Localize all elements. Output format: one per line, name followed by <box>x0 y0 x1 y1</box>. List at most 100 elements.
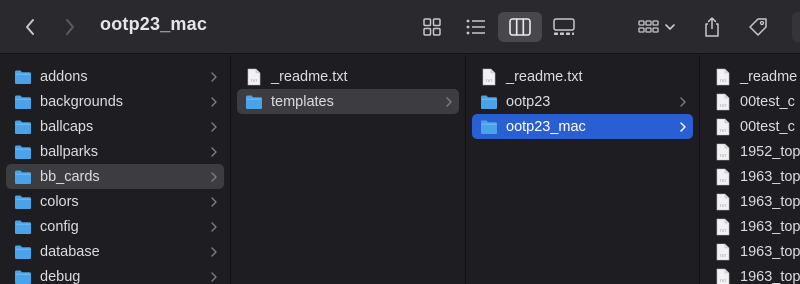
item-label: 00test_c <box>740 118 795 135</box>
folder-row[interactable]: bb_cards <box>6 164 224 189</box>
file-row[interactable]: TXT _readme <box>706 64 797 89</box>
list-icon <box>466 19 485 35</box>
folder-icon <box>245 93 263 111</box>
list-view-button[interactable] <box>454 12 498 42</box>
svg-text:TXT: TXT <box>720 179 728 183</box>
group-by-button[interactable] <box>632 12 682 42</box>
chevron-right-icon <box>210 170 218 182</box>
item-label: addons <box>40 68 88 85</box>
chevron-right-icon <box>210 245 218 257</box>
chevron-right-icon <box>679 95 687 107</box>
folder-row[interactable]: ootp23 <box>472 89 693 114</box>
item-label: backgrounds <box>40 93 124 110</box>
item-label: debug <box>40 268 81 284</box>
file-row[interactable]: TXT 1963_top <box>706 214 800 239</box>
file-row[interactable]: TXT _readme.txt <box>237 64 459 89</box>
item-label: colors <box>40 193 79 210</box>
folder-row[interactable]: database <box>6 239 224 264</box>
folder-icon <box>14 168 32 186</box>
chevron-right-icon <box>679 120 687 132</box>
finder-toolbar: ootp23_mac <box>0 0 800 54</box>
column-view-button[interactable] <box>498 12 542 42</box>
file-row[interactable]: TXT 1963_top <box>706 189 800 214</box>
folder-icon <box>14 268 32 284</box>
folder-icon <box>14 193 32 211</box>
text-file-icon: TXT <box>714 68 732 86</box>
column-2: TXT _readme.txt templates <box>231 55 466 284</box>
item-label: ballparks <box>40 143 99 160</box>
icon-view-button[interactable] <box>410 12 454 42</box>
chevron-right-icon <box>210 220 218 232</box>
folder-icon <box>480 118 498 136</box>
text-file-icon: TXT <box>245 68 263 86</box>
file-row[interactable]: TXT _readme.txt <box>472 64 693 89</box>
svg-text:TXT: TXT <box>720 154 728 158</box>
column-4: TXT _readme TXT 00test_c TXT 00test_c TXT 1952_… <box>700 55 800 284</box>
file-row[interactable]: TXT 1963_top <box>706 264 800 284</box>
chevron-left-icon <box>26 19 34 35</box>
chevron-right-icon <box>210 95 218 107</box>
file-row[interactable]: TXT 00test_c <box>706 114 795 139</box>
svg-text:TXT: TXT <box>720 279 728 283</box>
folder-row[interactable]: ootp23_mac <box>472 114 693 139</box>
text-file-icon: TXT <box>714 168 732 186</box>
text-file-icon: TXT <box>714 193 732 211</box>
svg-text:TXT: TXT <box>720 204 728 208</box>
svg-text:TXT: TXT <box>720 229 728 233</box>
item-label: bb_cards <box>40 168 100 185</box>
svg-text:TXT: TXT <box>720 129 728 133</box>
item-label: 1963_top <box>740 193 800 210</box>
folder-row[interactable]: addons <box>6 64 224 89</box>
folder-icon <box>14 68 32 86</box>
folder-row[interactable]: ballparks <box>6 139 224 164</box>
folder-icon <box>14 218 32 236</box>
svg-text:TXT: TXT <box>720 79 728 83</box>
file-row[interactable]: TXT 00test_c <box>706 89 795 114</box>
file-row[interactable]: TXT 1963_top <box>706 239 800 264</box>
forward-button[interactable] <box>56 13 84 41</box>
item-label: ootp23_mac <box>506 118 586 135</box>
folder-row[interactable]: colors <box>6 189 224 214</box>
folder-row[interactable]: templates <box>237 89 459 114</box>
file-row[interactable]: TXT 1952_top <box>706 139 800 164</box>
file-row[interactable]: TXT 1963_top <box>706 164 800 189</box>
column-1: addons backgrounds ballcaps ballparks bb_car… <box>0 55 231 284</box>
back-button[interactable] <box>16 13 44 41</box>
svg-text:TXT: TXT <box>720 104 728 108</box>
chevron-right-icon <box>210 120 218 132</box>
text-file-icon: TXT <box>714 118 732 136</box>
text-file-icon: TXT <box>714 268 732 284</box>
chevron-right-icon <box>210 145 218 157</box>
column-3: TXT _readme.txt ootp23 ootp23_mac <box>466 55 700 284</box>
folder-icon <box>14 243 32 261</box>
item-label: 1963_top <box>740 218 800 235</box>
gallery-view-button[interactable] <box>542 12 586 42</box>
item-label: ootp23 <box>506 93 551 110</box>
share-button[interactable] <box>690 12 734 42</box>
text-file-icon: TXT <box>714 93 732 111</box>
share-icon <box>705 17 719 37</box>
item-label: 1963_top <box>740 243 800 260</box>
folder-icon <box>480 93 498 111</box>
window-title: ootp23_mac <box>100 14 208 34</box>
item-label: ballcaps <box>40 118 94 135</box>
folder-row[interactable]: config <box>6 214 224 239</box>
folder-row[interactable]: debug <box>6 264 224 284</box>
svg-text:TXT: TXT <box>486 79 494 83</box>
item-label: templates <box>271 93 334 110</box>
item-label: database <box>40 243 100 260</box>
grid-icon <box>423 18 441 36</box>
text-file-icon: TXT <box>714 218 732 236</box>
folder-row[interactable]: ballcaps <box>6 114 224 139</box>
svg-text:TXT: TXT <box>251 79 259 83</box>
chevron-right-icon <box>210 195 218 207</box>
folder-icon <box>14 93 32 111</box>
tag-button[interactable] <box>736 12 780 42</box>
folder-row[interactable]: backgrounds <box>6 89 224 114</box>
chevron-right-icon <box>210 70 218 82</box>
folder-icon <box>14 143 32 161</box>
item-label: 1963_top <box>740 168 800 185</box>
group-by-icon <box>638 20 675 33</box>
text-file-icon: TXT <box>714 143 732 161</box>
chevron-right-icon <box>210 270 218 282</box>
